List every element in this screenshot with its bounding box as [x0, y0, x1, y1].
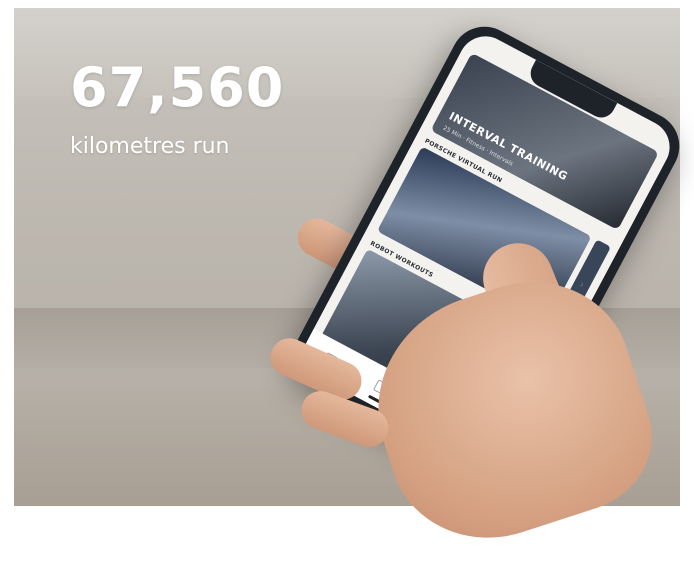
- stat-value: 67,560: [70, 56, 285, 119]
- stat-label: kilometres run: [70, 134, 230, 159]
